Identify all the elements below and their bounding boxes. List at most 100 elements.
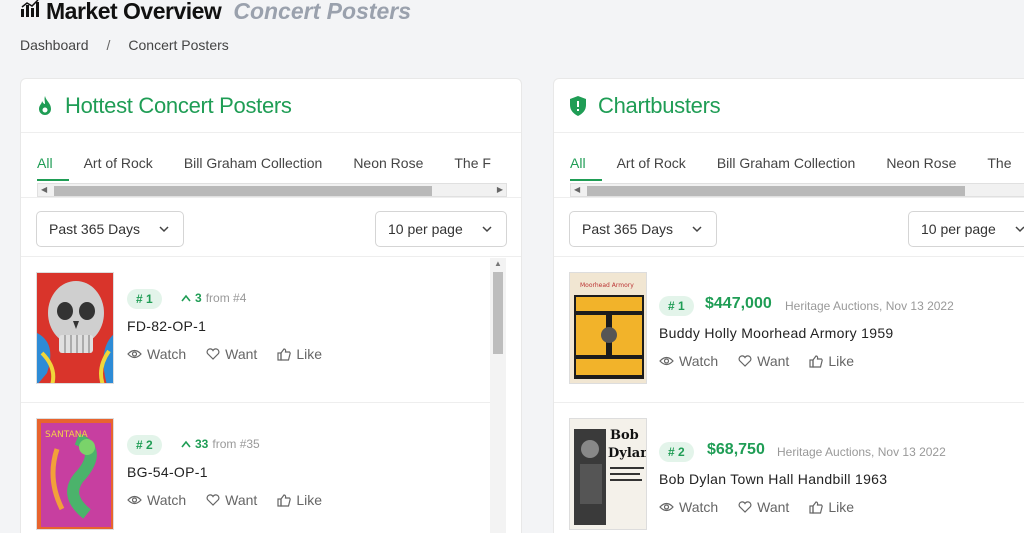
- item-actions: Watch Want Like: [659, 353, 854, 369]
- want-button[interactable]: Want: [206, 492, 257, 508]
- card-title: Hottest Concert Posters: [65, 92, 292, 118]
- filter-bar: Past 365 Days 10 per page: [21, 197, 521, 257]
- tab-the[interactable]: The: [987, 155, 1011, 171]
- want-label: Want: [757, 499, 790, 515]
- thumbs-up-icon: [809, 500, 824, 514]
- poster-name[interactable]: FD-82-OP-1: [127, 318, 206, 334]
- bar-chart-icon: [20, 0, 40, 23]
- list-item[interactable]: Moorhead Armory # 1 $447,000 Heritage Au…: [554, 258, 1024, 403]
- poster-thumbnail[interactable]: Moorhead Armory: [569, 272, 647, 384]
- want-label: Want: [225, 346, 258, 362]
- breadcrumb: Dashboard / Concert Posters: [20, 37, 229, 53]
- breadcrumb-dashboard[interactable]: Dashboard: [20, 37, 89, 53]
- scrollbar-thumb[interactable]: [493, 272, 503, 354]
- list-item[interactable]: SANTANA # 2 33 from #35 BG-54-OP-1 Watch…: [21, 404, 504, 533]
- scroll-right-icon[interactable]: ▶: [497, 185, 503, 194]
- tab-bill-graham-collection[interactable]: Bill Graham Collection: [717, 155, 856, 171]
- scrollbar-thumb[interactable]: [54, 186, 432, 196]
- per-page-select-value: 10 per page: [921, 221, 996, 237]
- card-header: Chartbusters: [554, 79, 1024, 133]
- arrow-up-icon: [181, 437, 191, 451]
- tab-neon-rose[interactable]: Neon Rose: [886, 155, 956, 171]
- like-button[interactable]: Like: [809, 499, 854, 515]
- chevron-down-icon: [482, 226, 492, 233]
- want-button[interactable]: Want: [206, 346, 257, 362]
- poster-thumbnail[interactable]: Bob Dylan: [569, 418, 647, 530]
- active-tab-indicator: [37, 179, 69, 181]
- rank-change-value: 3: [195, 291, 202, 305]
- tab-art-of-rock[interactable]: Art of Rock: [617, 155, 686, 171]
- list-scrollbar[interactable]: ▲: [490, 258, 506, 533]
- poster-thumbnail[interactable]: SANTANA: [36, 418, 114, 530]
- like-label: Like: [828, 499, 854, 515]
- want-label: Want: [225, 492, 258, 508]
- rank-badge: # 2: [659, 442, 694, 462]
- tab-all[interactable]: All: [570, 155, 586, 171]
- chevron-down-icon: [692, 226, 702, 233]
- rank-change-from: from #35: [212, 437, 260, 451]
- tab-art-of-rock[interactable]: Art of Rock: [84, 155, 153, 171]
- svg-text:Bob: Bob: [610, 428, 639, 443]
- want-button[interactable]: Want: [738, 499, 789, 515]
- thumbs-up-icon: [277, 493, 292, 507]
- item-actions: Watch Want Like: [659, 499, 854, 515]
- per-page-select[interactable]: 10 per page: [375, 211, 507, 247]
- period-select-value: Past 365 Days: [49, 221, 141, 237]
- poster-thumbnail[interactable]: [36, 272, 114, 384]
- list-item[interactable]: Bob Dylan # 2 $68,750 Heritage Auctions,…: [554, 404, 1024, 533]
- like-button[interactable]: Like: [277, 492, 322, 508]
- heart-icon: [738, 501, 752, 513]
- rank-change-from: from #4: [205, 291, 247, 305]
- scrollbar-thumb[interactable]: [587, 186, 965, 196]
- heart-icon: [206, 348, 220, 360]
- like-button[interactable]: Like: [277, 346, 322, 362]
- period-select[interactable]: Past 365 Days: [36, 211, 184, 247]
- filter-bar: Past 365 Days 10 per page: [554, 197, 1024, 257]
- poster-name[interactable]: BG-54-OP-1: [127, 464, 208, 480]
- poster-name[interactable]: Buddy Holly Moorhead Armory 1959: [659, 325, 894, 341]
- item-actions: Watch Want Like: [127, 492, 322, 508]
- page-header: Market Overview Concert Posters: [20, 0, 411, 26]
- poster-name[interactable]: Bob Dylan Town Hall Handbill 1963: [659, 471, 887, 487]
- tabs-scrollbar[interactable]: ◀ ▶: [37, 183, 507, 197]
- fire-icon: [35, 95, 55, 116]
- tab-the-f[interactable]: The F: [454, 155, 491, 171]
- want-button[interactable]: Want: [738, 353, 789, 369]
- chevron-down-icon: [1015, 226, 1024, 233]
- per-page-select[interactable]: 10 per page: [908, 211, 1024, 247]
- hottest-posters-card: Hottest Concert Posters All Art of Rock …: [20, 78, 522, 533]
- tab-bill-graham-collection[interactable]: Bill Graham Collection: [184, 155, 323, 171]
- watch-label: Watch: [679, 499, 719, 515]
- sale-info: Heritage Auctions, Nov 13 2022: [777, 445, 946, 459]
- like-button[interactable]: Like: [809, 353, 854, 369]
- svg-text:Dylan: Dylan: [608, 446, 647, 461]
- breadcrumb-current: Concert Posters: [128, 37, 229, 53]
- tabs-scrollbar[interactable]: ◀: [570, 183, 1024, 197]
- rank-change: 3 from #4: [181, 291, 246, 305]
- chartbusters-list: Moorhead Armory # 1 $447,000 Heritage Au…: [554, 258, 1024, 533]
- tab-all[interactable]: All: [37, 155, 53, 171]
- category-tabs: All Art of Rock Bill Graham Collection N…: [21, 133, 521, 183]
- eye-icon: [659, 356, 674, 366]
- period-select[interactable]: Past 365 Days: [569, 211, 717, 247]
- scroll-left-icon[interactable]: ◀: [574, 185, 580, 194]
- card-header: Hottest Concert Posters: [21, 79, 521, 133]
- like-label: Like: [296, 346, 322, 362]
- rank-badge: # 1: [659, 296, 694, 316]
- sale-info: Heritage Auctions, Nov 13 2022: [785, 299, 954, 313]
- rank-change: 33 from #35: [181, 437, 260, 451]
- scroll-up-icon[interactable]: ▲: [494, 259, 502, 268]
- watch-button[interactable]: Watch: [659, 499, 718, 515]
- eye-icon: [127, 349, 142, 359]
- period-select-value: Past 365 Days: [582, 221, 674, 237]
- scroll-left-icon[interactable]: ◀: [41, 185, 47, 194]
- watch-button[interactable]: Watch: [659, 353, 718, 369]
- want-label: Want: [757, 353, 790, 369]
- list-item[interactable]: # 1 3 from #4 FD-82-OP-1 Watch Want Like: [21, 258, 504, 403]
- breadcrumb-separator: /: [106, 37, 111, 53]
- watch-button[interactable]: Watch: [127, 346, 186, 362]
- rank-badge: # 1: [127, 289, 162, 309]
- watch-label: Watch: [679, 353, 719, 369]
- watch-button[interactable]: Watch: [127, 492, 186, 508]
- tab-neon-rose[interactable]: Neon Rose: [353, 155, 423, 171]
